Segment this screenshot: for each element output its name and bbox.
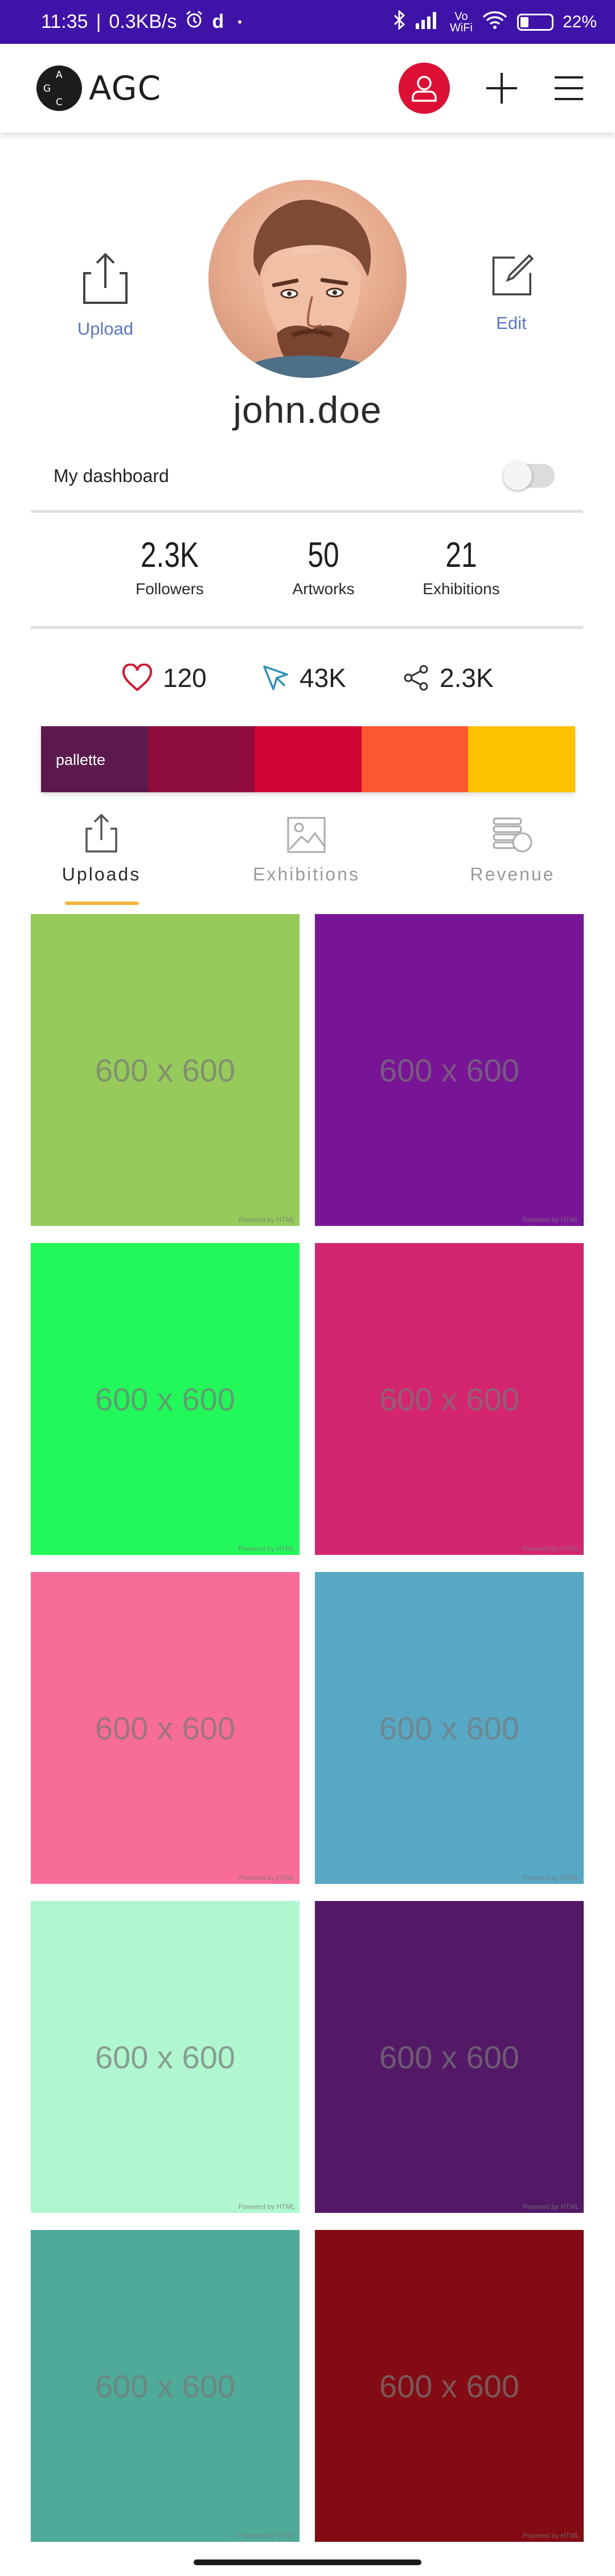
image-icon bbox=[287, 817, 326, 853]
upload-tile[interactable]: 600 x 600 Powered by HTML bbox=[315, 1572, 584, 1884]
tile-placeholder-text: 600 x 600 bbox=[95, 1381, 235, 1417]
upload-tile[interactable]: 600 x 600 Powered by HTML bbox=[31, 1901, 300, 2213]
upload-tile[interactable]: 600 x 600 Powered by HTML bbox=[31, 1243, 300, 1555]
username: john.doe bbox=[233, 389, 382, 431]
active-tab-indicator bbox=[65, 902, 139, 905]
dashboard-toggle[interactable] bbox=[503, 462, 555, 490]
shares-count: 2.3K bbox=[440, 663, 494, 693]
divider-top bbox=[31, 510, 583, 513]
palette-swatch[interactable] bbox=[468, 726, 575, 792]
tile-powered-text: Powered by HTML bbox=[522, 2203, 579, 2211]
status-dot: • bbox=[237, 14, 242, 29]
edit-label: Edit bbox=[496, 313, 527, 333]
app-header: A G C AGC bbox=[0, 44, 615, 133]
clicks-count: 43K bbox=[300, 663, 346, 693]
upload-tile[interactable]: 600 x 600 Powered by HTML bbox=[31, 2230, 300, 2542]
plus-icon[interactable] bbox=[485, 72, 518, 105]
tile-powered-text: Powered by HTML bbox=[238, 1216, 295, 1224]
tab-label: Revenue bbox=[470, 864, 555, 884]
battery-icon bbox=[516, 13, 554, 31]
stat-value: 2.3K bbox=[140, 536, 199, 575]
status-bar: 11:35 | 0.3KB/s d • Vo WiFi 22% bbox=[0, 0, 615, 44]
home-indicator[interactable] bbox=[194, 2559, 421, 2565]
tab-label: Exhibitions bbox=[253, 864, 360, 884]
tab-label: Uploads bbox=[62, 864, 141, 884]
heart-icon bbox=[122, 664, 153, 692]
stat-label: Exhibitions bbox=[423, 580, 500, 598]
dashboard-row: My dashboard bbox=[54, 459, 555, 493]
tile-placeholder-text: 600 x 600 bbox=[379, 1381, 519, 1417]
upload-tile[interactable]: 600 x 600 Powered by HTML bbox=[31, 914, 300, 1226]
wifi-icon bbox=[482, 10, 508, 34]
battery-level: 22% bbox=[562, 12, 597, 31]
stat-artworks[interactable]: 50 Artworks bbox=[266, 535, 380, 598]
upload-button[interactable]: Upload bbox=[68, 250, 142, 339]
palette-label: pallette bbox=[56, 751, 106, 768]
upload-tile[interactable]: 600 x 600 Powered by HTML bbox=[315, 1901, 584, 2213]
profile-button[interactable] bbox=[399, 63, 450, 114]
cursor-icon bbox=[263, 665, 288, 690]
upload-tile[interactable]: 600 x 600 Powered by HTML bbox=[315, 2230, 584, 2542]
edit-button[interactable]: Edit bbox=[477, 250, 546, 334]
palette-swatch[interactable] bbox=[147, 726, 255, 792]
edit-icon bbox=[492, 254, 534, 296]
tile-placeholder-text: 600 x 600 bbox=[95, 2039, 235, 2075]
tile-powered-text: Powered by HTML bbox=[522, 1874, 579, 1882]
tile-placeholder-text: 600 x 600 bbox=[95, 2368, 235, 2404]
upload-label: Upload bbox=[77, 319, 134, 339]
palette-swatch[interactable] bbox=[255, 726, 362, 792]
tile-placeholder-text: 600 x 600 bbox=[95, 1052, 235, 1088]
menu-icon[interactable] bbox=[555, 76, 583, 100]
tile-powered-text: Powered by HTML bbox=[238, 1874, 295, 1882]
tile-powered-text: Powered by HTML bbox=[238, 2532, 295, 2540]
tab-exhibitions[interactable]: Exhibitions bbox=[232, 808, 380, 885]
upload-tile[interactable]: 600 x 600 Powered by HTML bbox=[31, 1572, 300, 1884]
logo-icon[interactable]: A G C bbox=[36, 65, 82, 111]
stat-exhibitions[interactable]: 21 Exhibitions bbox=[404, 535, 518, 598]
user-icon bbox=[412, 76, 437, 102]
status-speed: 0.3KB/s bbox=[109, 11, 177, 32]
tab-uploads[interactable]: Uploads bbox=[27, 808, 175, 885]
tile-powered-text: Powered by HTML bbox=[522, 1216, 579, 1224]
tile-placeholder-text: 600 x 600 bbox=[379, 1052, 519, 1088]
share-icon bbox=[404, 665, 428, 691]
signal-icon bbox=[415, 11, 441, 34]
tab-revenue[interactable]: Revenue bbox=[438, 808, 587, 885]
palette-swatch[interactable] bbox=[361, 726, 469, 792]
tile-powered-text: Powered by HTML bbox=[522, 2532, 579, 2540]
stat-value: 21 bbox=[445, 536, 477, 575]
divider-bottom bbox=[31, 626, 583, 629]
tab-bar: Uploads Exhibitions Revenue bbox=[0, 808, 615, 905]
alarm-icon bbox=[184, 10, 204, 34]
stat-label: Followers bbox=[136, 580, 204, 598]
network-label: Vo WiFi bbox=[449, 10, 473, 34]
coins-icon bbox=[493, 817, 532, 853]
status-time: 11:35 bbox=[41, 11, 88, 32]
upload-icon bbox=[83, 253, 128, 304]
upload-tile[interactable]: 600 x 600 Powered by HTML bbox=[315, 1243, 584, 1555]
stat-followers[interactable]: 2.3K Followers bbox=[113, 535, 227, 598]
upload-icon bbox=[85, 813, 117, 853]
shares-metric[interactable]: 2.3K bbox=[403, 662, 494, 693]
bluetooth-icon bbox=[393, 9, 405, 34]
stat-label: Artworks bbox=[292, 580, 355, 598]
tile-placeholder-text: 600 x 600 bbox=[379, 2368, 519, 2404]
tile-placeholder-text: 600 x 600 bbox=[379, 1710, 519, 1746]
app-notification-glyph: d bbox=[212, 11, 224, 32]
likes-count: 120 bbox=[163, 663, 207, 693]
clicks-metric[interactable]: 43K bbox=[262, 662, 346, 693]
dashboard-label: My dashboard bbox=[54, 465, 169, 486]
tile-powered-text: Powered by HTML bbox=[522, 1545, 579, 1553]
logo-text[interactable]: AGC bbox=[89, 69, 161, 108]
tile-placeholder-text: 600 x 600 bbox=[379, 2039, 519, 2075]
upload-tile[interactable]: 600 x 600 Powered by HTML bbox=[315, 914, 584, 1226]
metrics-row: 120 43K 2.3K bbox=[0, 660, 615, 700]
tile-powered-text: Powered by HTML bbox=[238, 1545, 295, 1553]
tile-placeholder-text: 600 x 600 bbox=[95, 1710, 235, 1746]
avatar bbox=[208, 180, 407, 378]
likes-metric[interactable]: 120 bbox=[122, 662, 207, 693]
stat-value: 50 bbox=[308, 536, 339, 575]
tile-powered-text: Powered by HTML bbox=[238, 2203, 295, 2211]
color-palette: pallette bbox=[41, 726, 575, 792]
